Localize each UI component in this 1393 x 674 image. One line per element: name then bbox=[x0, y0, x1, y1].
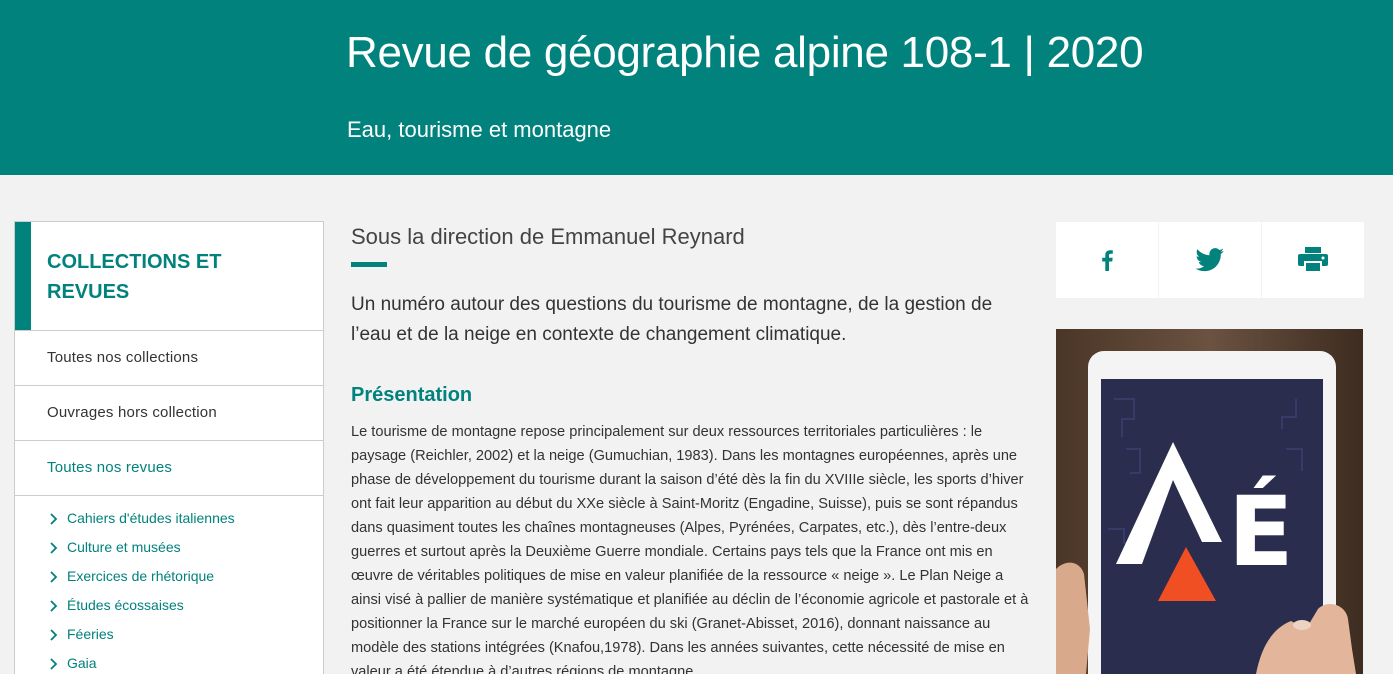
page-header: Revue de géographie alpine 108-1 | 2020 … bbox=[0, 0, 1393, 175]
journal-item[interactable]: Culture et musées bbox=[15, 537, 323, 566]
facebook-icon bbox=[1102, 250, 1113, 271]
journal-label: Féeries bbox=[67, 626, 114, 642]
journal-item[interactable]: Exercices de rhétorique bbox=[15, 566, 323, 595]
sidebar-heading-label: COLLECTIONS ET REVUES bbox=[47, 251, 222, 303]
chevron-right-icon bbox=[50, 658, 58, 670]
sidebar-accent-bar bbox=[15, 222, 31, 330]
editor-line: Sous la direction de Emmanuel Reynard bbox=[351, 224, 745, 249]
page-subtitle: Eau, tourisme et montagne bbox=[347, 117, 612, 142]
print-button[interactable] bbox=[1262, 222, 1364, 298]
main-content: Sous la direction de Emmanuel Reynard Un… bbox=[351, 224, 1031, 674]
page-title: Revue de géographie alpine 108-1 | 2020 bbox=[346, 28, 1144, 77]
journal-item[interactable]: Cahiers d'études italiennes bbox=[15, 508, 323, 537]
sidebar-link-label: Toutes nos collections bbox=[47, 349, 199, 366]
journal-label: Gaia bbox=[67, 655, 97, 671]
lead-paragraph: Un numéro autour des questions du touris… bbox=[351, 294, 993, 345]
logo-letter: É bbox=[1228, 475, 1294, 588]
chevron-right-icon bbox=[50, 513, 58, 525]
sidebar-link-revues[interactable]: Toutes nos revues bbox=[15, 441, 323, 496]
journal-item[interactable]: Gaia bbox=[15, 653, 323, 674]
sidebar-link-hors-collection[interactable]: Ouvrages hors collection bbox=[15, 386, 323, 441]
presentation-text: Le tourisme de montagne repose principal… bbox=[351, 424, 1029, 674]
chevron-right-icon bbox=[50, 629, 58, 641]
sidebar-heading: COLLECTIONS ET REVUES bbox=[15, 222, 323, 331]
share-twitter-button[interactable] bbox=[1159, 222, 1261, 298]
section-title: Présentation bbox=[351, 384, 473, 406]
promo-banner[interactable]: É bbox=[1056, 329, 1363, 674]
print-icon bbox=[1298, 247, 1328, 273]
chevron-right-icon bbox=[50, 571, 58, 583]
journal-list: Cahiers d'études italiennes Culture et m… bbox=[15, 496, 323, 674]
chevron-right-icon bbox=[50, 542, 58, 554]
journal-label: Culture et musées bbox=[67, 539, 181, 555]
sidebar: COLLECTIONS ET REVUES Toutes nos collect… bbox=[14, 221, 324, 674]
journal-item[interactable]: Féeries bbox=[15, 624, 323, 653]
journal-label: Cahiers d'études italiennes bbox=[67, 510, 235, 526]
chevron-right-icon bbox=[50, 600, 58, 612]
tablet-illustration: É bbox=[1056, 329, 1363, 674]
journal-label: Études écossaises bbox=[67, 597, 184, 613]
sidebar-link-label: Toutes nos revues bbox=[47, 459, 173, 476]
twitter-icon bbox=[1195, 248, 1224, 272]
journal-label: Exercices de rhétorique bbox=[67, 568, 215, 584]
journal-item[interactable]: Études écossaises bbox=[15, 595, 323, 624]
sidebar-link-label: Ouvrages hors collection bbox=[47, 404, 217, 421]
sidebar-link-collections[interactable]: Toutes nos collections bbox=[15, 331, 323, 386]
title-accent bbox=[351, 262, 387, 267]
share-facebook-button[interactable] bbox=[1056, 222, 1158, 298]
